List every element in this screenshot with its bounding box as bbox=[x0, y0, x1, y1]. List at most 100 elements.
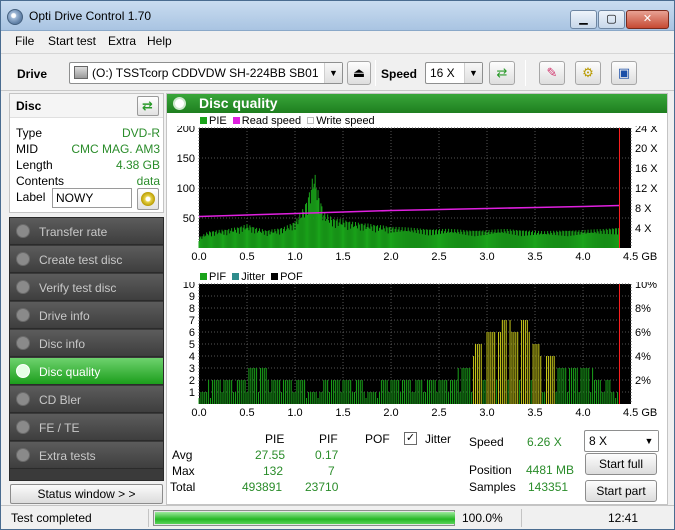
extra-tests-icon bbox=[16, 448, 30, 462]
samples-label: Samples bbox=[469, 480, 516, 494]
minimize-button[interactable]: ▁ bbox=[570, 10, 597, 29]
x-tick-label: 4.5 GB bbox=[623, 251, 657, 263]
stats-max-pie: 132 bbox=[263, 464, 284, 478]
stats-row-label: Max bbox=[172, 464, 195, 478]
stats-header-pof: POF bbox=[365, 432, 390, 446]
y2-tick-label: 4% bbox=[635, 351, 651, 363]
y-tick-label: 2 bbox=[189, 375, 195, 387]
gear-icon: ⚙ bbox=[582, 65, 594, 80]
disc-refresh-button[interactable]: ⇄ bbox=[137, 96, 159, 116]
refresh-icon: ⇄ bbox=[496, 65, 508, 80]
pie-chart: 0.0 0.5 1.0 1.5 2.0 2.5 3.0 3.5 4.0 4.5 GB 200 150 1… bbox=[177, 126, 659, 263]
cd-bler-icon bbox=[16, 392, 30, 406]
disc-row-key: Contents bbox=[16, 174, 65, 188]
disc-row-value: DVD-R bbox=[122, 126, 160, 140]
nav-disc-info[interactable]: Disc info bbox=[10, 330, 163, 357]
title-bar: Opti Drive Control 1.70 ▁ ▢ ✕ bbox=[1, 1, 674, 31]
toolbar: Drive (O:) TSSTcorp CDDVDW SH-224BB SB01… bbox=[1, 53, 674, 91]
fe-te-icon bbox=[16, 420, 30, 434]
nav-verify-test-disc[interactable]: Verify test disc bbox=[10, 274, 163, 301]
disc-row-key: Type bbox=[16, 126, 43, 140]
jitter-checkbox[interactable]: ✓ bbox=[404, 432, 417, 445]
pif-chart: 0.0 0.5 1.0 1.5 2.0 2.5 3.0 3.5 4.0 4.5 GB 1098765… bbox=[183, 282, 658, 419]
app-window: Opti Drive Control 1.70 ▁ ▢ ✕ File Start… bbox=[0, 0, 675, 530]
status-text: Test completed bbox=[11, 511, 92, 525]
close-button[interactable]: ✕ bbox=[626, 10, 669, 29]
speed-label: Speed bbox=[381, 67, 418, 81]
disc-info-icon bbox=[16, 336, 30, 350]
y-tick-label: 6 bbox=[189, 327, 195, 339]
nav-extra-tests[interactable]: Extra tests bbox=[10, 442, 163, 469]
pof-swatch bbox=[271, 273, 279, 280]
nav-cd-bler[interactable]: CD Bler bbox=[10, 386, 163, 413]
create-disc-icon bbox=[16, 252, 30, 266]
test-navigation: Transfer rate Create test disc Verify te… bbox=[9, 217, 164, 481]
erase-button[interactable]: ✎ bbox=[539, 61, 565, 85]
x-tick-label: 0.5 bbox=[239, 407, 254, 419]
x-tick-label: 3.5 bbox=[527, 407, 542, 419]
menu-help[interactable]: Help bbox=[147, 34, 172, 48]
nav-create-test-disc[interactable]: Create test disc bbox=[10, 246, 163, 273]
disc-header: Disc ⇄ bbox=[10, 94, 163, 118]
y2-tick-label: 10% bbox=[635, 282, 657, 291]
settings-button[interactable]: ⚙ bbox=[575, 61, 601, 85]
eject-icon: ⏏ bbox=[352, 65, 366, 80]
progress-fill bbox=[155, 512, 455, 524]
nav-transfer-rate[interactable]: Transfer rate bbox=[10, 218, 163, 245]
x-tick-label: 1.5 bbox=[335, 251, 350, 263]
y2-tick-label: 20 X bbox=[635, 143, 658, 155]
save-button[interactable]: ▣ bbox=[611, 61, 637, 85]
nav-fe-te[interactable]: FE / TE bbox=[10, 414, 163, 441]
stats-header-jitter: Jitter bbox=[425, 432, 452, 446]
test-speed-select[interactable]: 8 X ▼ bbox=[584, 430, 659, 452]
nav-label: Transfer rate bbox=[39, 225, 108, 239]
disc-label-input[interactable]: NOWY bbox=[52, 188, 132, 208]
y2-tick-label: 8 X bbox=[635, 203, 652, 215]
nav-label: Create test disc bbox=[39, 253, 123, 267]
menu-start-test[interactable]: Start test bbox=[48, 34, 96, 48]
stats-row-label: Total bbox=[170, 480, 196, 494]
y-tick-label: 4 bbox=[189, 351, 195, 363]
menu-extra[interactable]: Extra bbox=[108, 34, 136, 48]
eject-button[interactable]: ⏏ bbox=[347, 61, 371, 85]
disc-label-key: Label bbox=[16, 190, 46, 204]
maximize-button[interactable]: ▢ bbox=[598, 10, 625, 29]
x-tick-label: 2.5 bbox=[431, 251, 446, 263]
refresh-icon: ⇄ bbox=[142, 98, 153, 113]
x-tick-label: 4.0 bbox=[575, 251, 590, 263]
left-panel: Disc ⇄ Type DVD-R MID CMC MAG. AM3 Length 4… bbox=[9, 93, 164, 505]
stats-avg-pif: 0.17 bbox=[315, 448, 339, 462]
drive-label: Drive bbox=[17, 67, 48, 81]
disc-quality-panel: Disc quality PIE Read speed Write speed … bbox=[166, 93, 668, 505]
nav-label: Drive info bbox=[39, 309, 90, 323]
read-speed-swatch bbox=[232, 117, 240, 124]
transfer-rate-icon bbox=[16, 224, 30, 238]
x-tick-label: 1.0 bbox=[287, 251, 302, 263]
nav-disc-quality[interactable]: Disc quality bbox=[10, 358, 163, 385]
eraser-icon: ✎ bbox=[546, 65, 558, 80]
start-part-button[interactable]: Start part bbox=[585, 480, 657, 502]
status-window-button[interactable]: Status window > > bbox=[10, 484, 163, 504]
write-speed-swatch bbox=[307, 117, 315, 124]
disc-quality-icon bbox=[16, 364, 30, 378]
disc-header-title: Disc bbox=[16, 99, 42, 113]
refresh-button[interactable]: ⇄ bbox=[489, 61, 515, 85]
position-value: 4481 MB bbox=[526, 463, 575, 477]
speed-value: 6.26 X bbox=[527, 435, 562, 449]
stats-header-pie: PIE bbox=[265, 432, 285, 446]
nav-label: Disc info bbox=[39, 337, 86, 351]
y-tick-label: 10 bbox=[183, 282, 195, 291]
disc-row-length: Length 4.38 GB bbox=[16, 158, 160, 174]
y2-tick-label: 2% bbox=[635, 375, 651, 387]
disc-label-button[interactable] bbox=[137, 188, 159, 210]
menu-file[interactable]: File bbox=[15, 34, 34, 48]
stats-total-pie: 493891 bbox=[242, 480, 283, 494]
toolbar-divider bbox=[525, 60, 526, 86]
speed-select[interactable]: 16 X ▼ bbox=[425, 62, 483, 84]
y2-tick-label: 6% bbox=[635, 327, 651, 339]
start-full-button[interactable]: Start full bbox=[585, 453, 657, 475]
nav-drive-info[interactable]: Drive info bbox=[10, 302, 163, 329]
speed-label: Speed bbox=[469, 435, 504, 449]
drive-select[interactable]: (O:) TSSTcorp CDDVDW SH-224BB SB01 ▼ bbox=[69, 62, 343, 84]
x-tick-label: 0.5 bbox=[239, 251, 254, 263]
